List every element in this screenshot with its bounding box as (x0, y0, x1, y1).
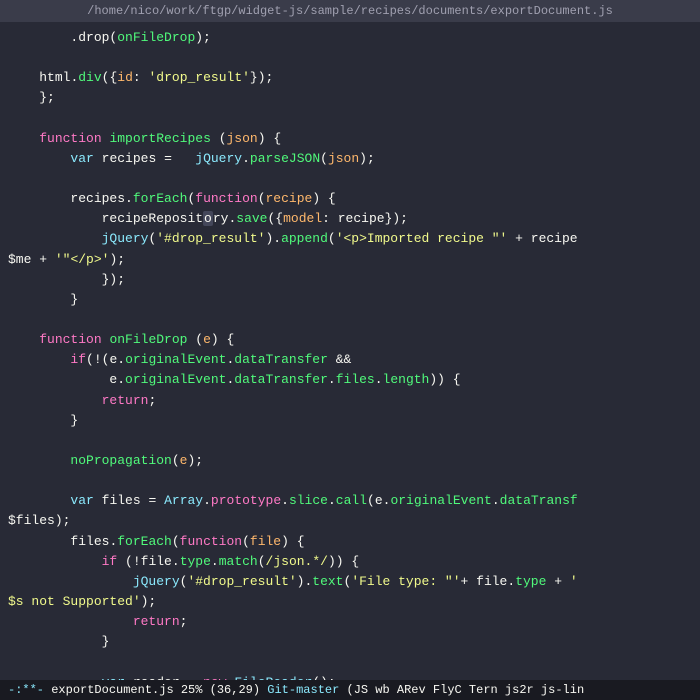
code-line: function importRecipes (json) { (0, 129, 700, 149)
code-line: files.forEach(function(file) { (0, 532, 700, 552)
code-line: recipeRepository.save({model: recipe}); (0, 209, 700, 229)
code-line: noPropagation(e); (0, 451, 700, 471)
code-line: } (0, 411, 700, 431)
status-flags: (JS wb ARev FlyC Tern js2r js-lin (339, 683, 584, 697)
code-line: jQuery('#drop_result').append('<p>Import… (0, 229, 700, 249)
code-line: if(!(e.originalEvent.dataTransfer && (0, 350, 700, 370)
code-line (0, 471, 700, 491)
code-line: var recipes = jQuery.parseJSON(json); (0, 149, 700, 169)
code-line: return; (0, 391, 700, 411)
code-line: jQuery('#drop_result').text('File type: … (0, 572, 700, 592)
code-line: } (0, 632, 700, 652)
code-line: function onFileDrop (e) { (0, 330, 700, 350)
code-line: }); (0, 270, 700, 290)
code-line: e.originalEvent.dataTransfer.files.lengt… (0, 370, 700, 390)
code-line: recipes.forEach(function(recipe) { (0, 189, 700, 209)
code-line: var reader = new FileReader(); (0, 673, 700, 681)
code-line (0, 109, 700, 129)
file-path: /home/nico/work/ftgp/widget-js/sample/re… (87, 4, 613, 18)
code-line: return; (0, 612, 700, 632)
code-line (0, 652, 700, 672)
code-line: $me + '"</p>'); (0, 250, 700, 270)
status-mode: -:**- (8, 683, 51, 697)
code-line: }; (0, 88, 700, 108)
code-line: } (0, 290, 700, 310)
code-line: html.div({id: 'drop_result'}); (0, 68, 700, 88)
status-percent: 25% (36,29) (174, 683, 268, 697)
code-line: $files); (0, 511, 700, 531)
code-line (0, 48, 700, 68)
code-line (0, 431, 700, 451)
status-filename: exportDocument.js (51, 683, 173, 697)
code-line: var files = Array.prototype.slice.call(e… (0, 491, 700, 511)
code-line: .drop(onFileDrop); (0, 28, 700, 48)
code-line (0, 169, 700, 189)
status-bar: -:**- exportDocument.js 25% (36,29) Git-… (0, 680, 700, 700)
code-line (0, 310, 700, 330)
title-bar: /home/nico/work/ftgp/widget-js/sample/re… (0, 0, 700, 22)
status-branch: Git-master (267, 683, 339, 697)
code-line: $s not Supported'); (0, 592, 700, 612)
code-area[interactable]: .drop(onFileDrop); html.div({id: 'drop_r… (0, 22, 700, 680)
code-line: if (!file.type.match(/json.*/)) { (0, 552, 700, 572)
